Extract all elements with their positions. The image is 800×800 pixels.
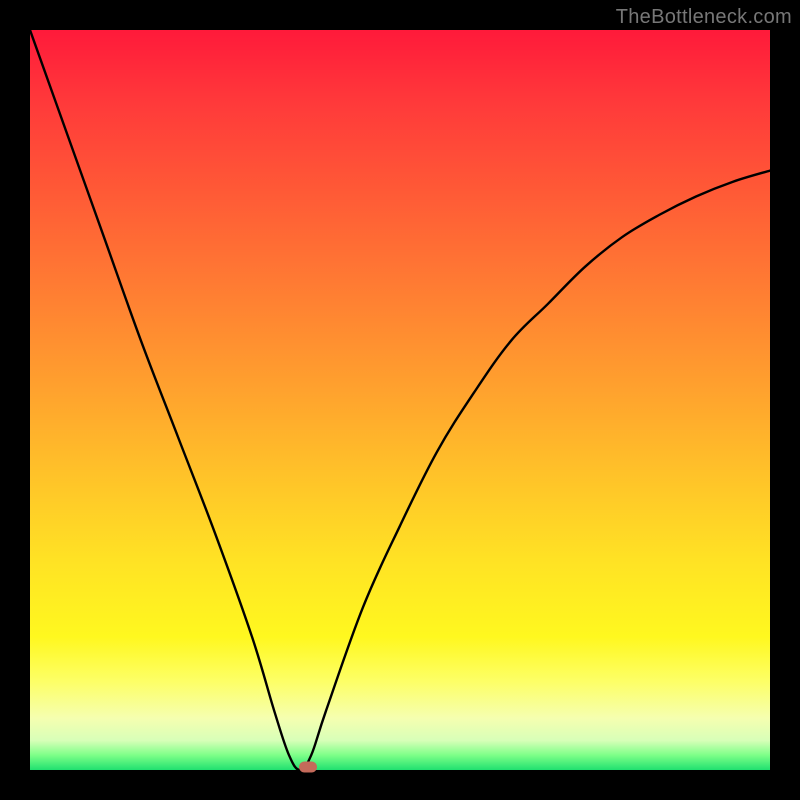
bottleneck-curve — [30, 30, 770, 770]
chart-svg — [30, 30, 770, 770]
minimum-marker — [299, 762, 317, 773]
watermark-text: TheBottleneck.com — [616, 6, 792, 29]
chart-plot-area — [30, 30, 770, 770]
